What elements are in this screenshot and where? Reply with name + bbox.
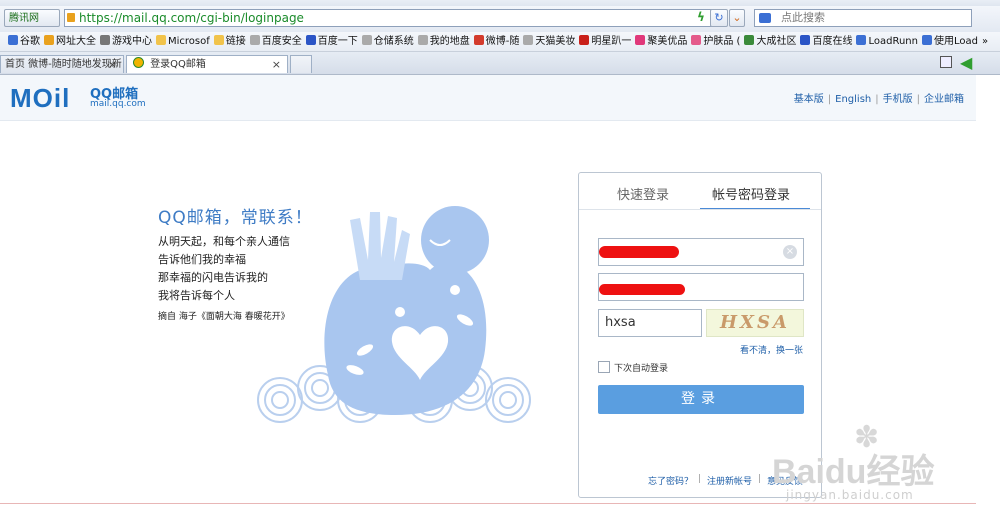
favorite-icon <box>417 35 428 45</box>
favorite-item[interactable]: Microsof <box>156 32 210 51</box>
clear-input-icon[interactable]: × <box>783 245 797 259</box>
redaction-mark <box>599 246 679 258</box>
link-enterprise[interactable]: 企业邮箱 <box>924 94 964 105</box>
link-separator: | <box>698 474 702 484</box>
favorite-item[interactable]: 百度一下 <box>305 32 358 51</box>
favorites-more-icon[interactable]: » <box>982 32 988 51</box>
favorite-icon <box>635 35 646 45</box>
link-separator: | <box>758 474 762 484</box>
favorite-item[interactable]: 仓储系统 <box>361 32 414 51</box>
favorite-item[interactable]: 游戏中心 <box>100 32 152 51</box>
tab-weibo[interactable]: 首页 微博-随时随地发现新 × <box>0 55 124 73</box>
favorite-icon <box>579 35 590 45</box>
favorite-item[interactable]: 天猫美妆 <box>523 32 575 51</box>
favorite-icon <box>473 35 484 45</box>
watermark-brand: Baidu经验 <box>772 453 935 491</box>
panel-tab-divider <box>579 209 821 210</box>
back-arrow-icon[interactable]: ◀ <box>960 53 972 72</box>
favorite-item[interactable]: 我的地盘 <box>417 32 470 51</box>
close-tab-icon[interactable]: × <box>108 56 117 73</box>
favorite-item[interactable]: 链接 <box>213 32 246 51</box>
qqmail-logo[interactable]: MOil QQ邮箱 mail.qq.com <box>10 83 146 113</box>
favorite-icon <box>305 35 316 45</box>
poem-line: 告诉他们我的幸福 <box>158 253 246 266</box>
tab-password-login[interactable]: 帐号密码登录 <box>712 184 790 203</box>
favorite-icon <box>156 35 166 45</box>
link-basic-version[interactable]: 基本版 <box>794 94 824 105</box>
favorite-item[interactable]: 百度在线 <box>800 32 852 51</box>
poem-line: 我将告诉每个人 <box>158 289 235 302</box>
new-tab-button[interactable] <box>290 55 312 73</box>
favorite-icon <box>213 35 224 45</box>
favorite-item[interactable]: 护肤品 ( <box>691 32 740 51</box>
favorite-item[interactable]: 大成社区 <box>744 32 796 51</box>
lock-icon <box>67 13 75 22</box>
baidu-watermark: ✽ Baidu经验 jingyan.baidu.com <box>772 420 972 510</box>
favorite-icon <box>100 35 110 45</box>
favorites-bar: 谷歌 网址大全 游戏中心 Microsof 链接 百度安全 百度一下 仓储系统 我的地盘 微博-随… <box>0 32 1000 52</box>
home-icon[interactable] <box>940 56 952 68</box>
favorite-item[interactable]: 使用Load <box>921 32 978 51</box>
favorite-item[interactable]: 聚美优品 <box>635 32 687 51</box>
favorite-icon <box>921 35 932 45</box>
tab-quick-login[interactable]: 快速登录 <box>617 184 669 203</box>
link-mobile[interactable]: 手机版 <box>883 94 913 105</box>
header-links: 基本版 | English | 手机版 | 企业邮箱 <box>793 94 964 105</box>
refresh-button[interactable]: ↻ <box>710 9 728 27</box>
favorite-icon <box>744 35 755 45</box>
password-input[interactable] <box>598 273 804 301</box>
logo-domain: mail.qq.com <box>90 99 146 109</box>
brand-button[interactable]: 腾讯网 <box>4 9 60 27</box>
forgot-password-link[interactable]: 忘了密码？ <box>648 474 693 487</box>
favorite-item[interactable]: 明星趴一 <box>579 32 631 51</box>
favorite-item[interactable]: 微博-随 <box>473 32 519 51</box>
favorite-item[interactable]: 谷歌 <box>8 32 40 51</box>
favorite-icon <box>523 35 534 45</box>
favorite-icon <box>361 35 372 45</box>
search-input[interactable]: 点此搜索 <box>754 9 972 27</box>
link-english[interactable]: English <box>835 94 871 105</box>
page-scrollbar[interactable] <box>976 75 1000 530</box>
close-tab-icon[interactable]: × <box>272 56 281 73</box>
login-button[interactable]: 登录 <box>598 385 804 414</box>
favorite-item[interactable]: 百度安全 <box>249 32 302 51</box>
favorite-icon <box>8 35 18 45</box>
remember-label: 下次自动登录 <box>614 364 669 374</box>
remember-checkbox[interactable] <box>598 361 610 373</box>
refresh-captcha-link[interactable]: 看不清，换一张 <box>740 343 803 356</box>
favorite-item[interactable]: 网址大全 <box>44 32 96 51</box>
favorite-item[interactable]: LoadRunn <box>856 32 918 51</box>
dropdown-chevron-icon[interactable]: ⌄ <box>729 9 745 27</box>
go-icon[interactable]: ϟ <box>697 10 707 24</box>
logo-text: MOil <box>10 83 71 113</box>
captcha-input[interactable]: hxsa <box>598 309 702 337</box>
redaction-mark <box>599 284 685 295</box>
tab-qq-login[interactable]: 登录QQ邮箱 × <box>126 55 288 73</box>
captcha-image[interactable]: HXSA <box>706 309 804 337</box>
watermark-url: jingyan.baidu.com <box>786 488 914 502</box>
url-input[interactable]: https://mail.qq.com/cgi-bin/loginpage <box>64 9 724 27</box>
favorite-icon <box>44 35 54 45</box>
search-engine-icon <box>759 13 771 23</box>
account-input[interactable]: × <box>598 238 804 266</box>
favorite-icon <box>800 35 811 45</box>
qq-tab-icon <box>133 57 144 68</box>
mother-child-illustration <box>257 206 531 423</box>
favorite-icon <box>691 35 702 45</box>
register-link[interactable]: 注册新帐号 <box>707 474 752 487</box>
favorite-icon <box>249 35 260 45</box>
favorite-icon <box>856 35 867 45</box>
